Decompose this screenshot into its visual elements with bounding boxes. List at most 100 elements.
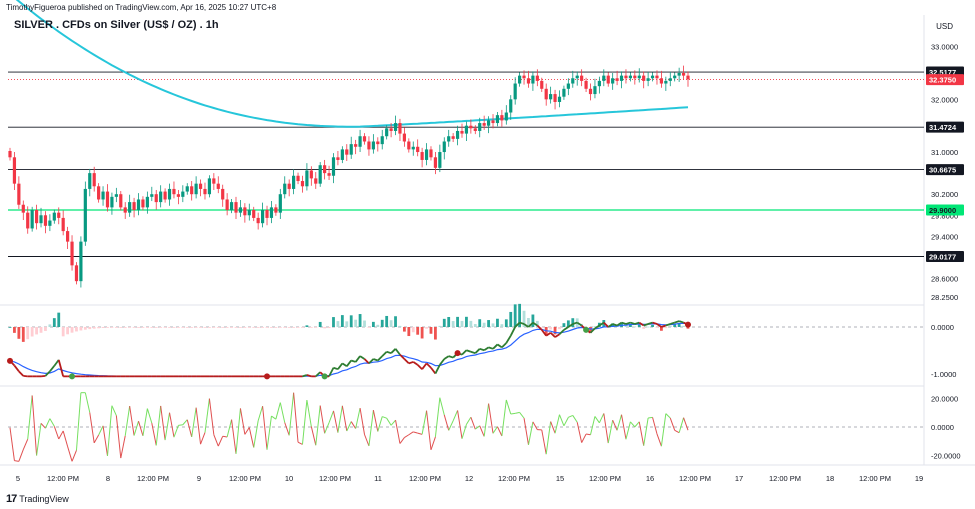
- candle-body: [650, 75, 655, 79]
- currency-label: USD: [936, 22, 953, 31]
- oscillator-tick-label: 20.0000: [931, 394, 958, 403]
- candle-body: [43, 215, 48, 226]
- oscillator-segment: [200, 432, 206, 445]
- macd-histogram-bar: [128, 327, 132, 328]
- macd-line-segment: [678, 320, 684, 324]
- symbol-title[interactable]: SILVER . CFDs on Silver (US$ / OZ) . 1h: [14, 19, 219, 31]
- candle-body: [88, 173, 92, 189]
- oscillator-segment: [333, 410, 339, 433]
- oscillator-segment: [89, 412, 95, 443]
- macd-histogram-bar: [451, 321, 455, 327]
- macd-line-segment: [479, 347, 485, 352]
- time-axis-label: 19: [915, 474, 923, 483]
- macd-histogram-bar: [363, 320, 366, 327]
- macd-line-segment: [381, 351, 388, 357]
- macd-histogram-bar: [92, 327, 96, 329]
- candle-body: [624, 75, 628, 79]
- price-tick-label: 28.6000: [931, 275, 958, 284]
- macd-histogram-bar: [13, 327, 16, 333]
- macd-histogram-bar: [79, 327, 83, 331]
- macd-histogram-bar: [176, 327, 180, 328]
- candle-body: [424, 149, 429, 160]
- oscillator-segment: [372, 410, 379, 432]
- oscillator-segment: [443, 414, 450, 431]
- candle-body: [362, 136, 367, 142]
- tradingview-logo[interactable]: 17 TradingView: [6, 493, 69, 505]
- macd-line-segment: [373, 358, 379, 362]
- oscillator-segment: [603, 413, 609, 444]
- oscillator-segment: [630, 421, 636, 428]
- candle-body: [167, 188, 172, 200]
- candle-body: [247, 210, 251, 216]
- macd-histogram-bar: [261, 327, 264, 328]
- oscillator-segment: [129, 405, 135, 436]
- time-axis-label: 12:00 PM: [859, 474, 891, 483]
- macd-histogram-bar: [314, 327, 318, 328]
- candle-body: [212, 178, 216, 184]
- oscillator-segment: [208, 398, 215, 435]
- oscillator-segment: [638, 421, 645, 446]
- macd-zero-label: 0.0000: [931, 323, 954, 332]
- oscillator-segment: [84, 392, 91, 413]
- oscillator-segment: [492, 426, 498, 434]
- macd-histogram-bar: [114, 327, 118, 328]
- macd-line-segment: [501, 342, 507, 348]
- candle-body: [278, 194, 282, 213]
- macd-line-segment: [57, 359, 65, 377]
- macd-histogram-bar: [340, 315, 344, 327]
- time-axis-label: 12:00 PM: [319, 474, 351, 483]
- candle-body: [628, 75, 632, 79]
- macd-histogram-bar: [531, 314, 535, 327]
- candle-body: [61, 217, 65, 232]
- candle-body: [376, 141, 380, 145]
- macd-line-segment: [350, 359, 356, 363]
- oscillator-segment: [244, 427, 250, 435]
- oscillator-segment: [178, 424, 183, 426]
- macd-line-segment: [630, 321, 636, 325]
- oscillator-segment: [572, 415, 578, 423]
- oscillator-segment: [404, 434, 410, 438]
- macd-histogram-bar: [159, 327, 163, 328]
- oscillator-segment: [279, 402, 286, 423]
- macd-line-segment: [390, 348, 397, 354]
- price-tick-label: 31.0000: [931, 148, 958, 157]
- oscillator-segment: [390, 419, 396, 426]
- candle-body: [451, 136, 455, 139]
- macd-line-segment: [346, 359, 352, 367]
- oscillator-segment: [186, 419, 193, 438]
- price-tag-label: 29.0177: [929, 253, 956, 262]
- oscillator-segment: [53, 426, 60, 440]
- macd-histogram-bar: [252, 327, 256, 328]
- oscillator-segment: [479, 425, 485, 437]
- macd-histogram-bar: [301, 327, 304, 328]
- oscillator-segment: [559, 414, 565, 427]
- oscillator-segment: [275, 402, 281, 420]
- oscillator-segment: [151, 423, 157, 446]
- macd-histogram-bar: [385, 315, 389, 327]
- oscillator-segment: [288, 392, 295, 436]
- macd-line-segment: [417, 364, 423, 370]
- time-axis-label: 12: [465, 474, 473, 483]
- oscillator-segment: [669, 417, 676, 431]
- candle-body: [12, 157, 17, 184]
- macd-histogram-bar: [287, 327, 291, 328]
- time-axis-label: 12:00 PM: [137, 474, 169, 483]
- oscillator-segment: [634, 421, 640, 428]
- candle-body: [190, 186, 194, 195]
- candle-body: [229, 202, 234, 211]
- macd-histogram-bar: [119, 327, 123, 328]
- macd-histogram-bar: [682, 325, 685, 327]
- oscillator-segment: [58, 430, 64, 440]
- candle-body: [70, 241, 74, 266]
- candle-body: [398, 123, 402, 134]
- chart-canvas[interactable]: 33.000032.000031.000030.200029.800029.40…: [0, 0, 975, 509]
- oscillator-segment: [133, 421, 139, 436]
- candle-body: [593, 86, 597, 95]
- macd-histogram-bar: [407, 327, 411, 337]
- macd-histogram-bar: [216, 327, 220, 328]
- oscillator-segment: [155, 405, 162, 446]
- oscillator-segment: [231, 419, 237, 454]
- price-tick-label: 28.2500: [931, 293, 958, 302]
- macd-cross-marker: [69, 373, 76, 380]
- time-axis-label: 8: [106, 474, 110, 483]
